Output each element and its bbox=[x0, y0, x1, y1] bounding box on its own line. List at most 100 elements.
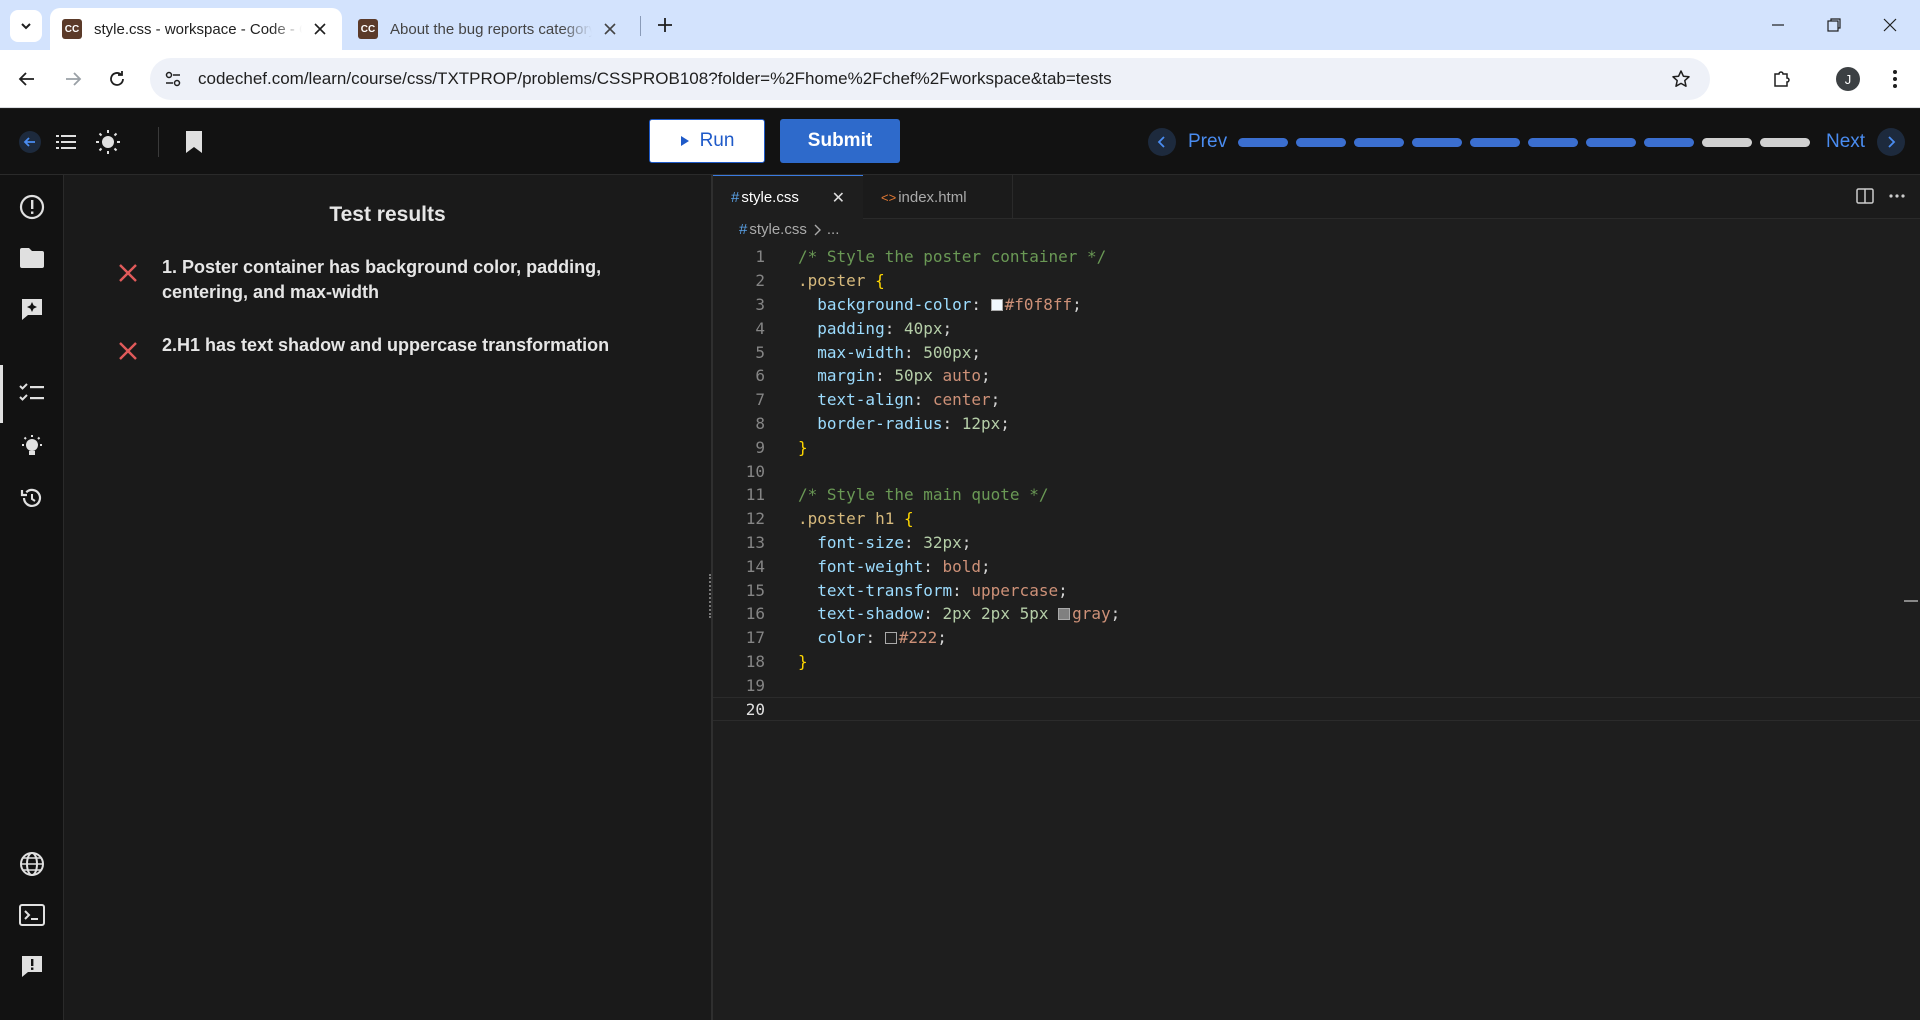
code-line[interactable]: 3 background-color: #f0f8ff; bbox=[713, 293, 1920, 317]
code-line[interactable]: 5 max-width: 500px; bbox=[713, 340, 1920, 364]
extensions-button[interactable] bbox=[1766, 64, 1796, 94]
restore-button[interactable] bbox=[1814, 10, 1854, 40]
site-info-icon[interactable] bbox=[158, 64, 188, 94]
progress-segment[interactable] bbox=[1470, 138, 1520, 147]
editor-tab-indexhtml[interactable]: <> index.html bbox=[863, 175, 1013, 219]
test-result-item[interactable]: 1. Poster container has background color… bbox=[116, 255, 676, 305]
code-text: margin: 50px auto; bbox=[798, 366, 991, 386]
progress-segment[interactable] bbox=[1296, 138, 1346, 147]
editor-tabs: # style.css ✕ <> index.html bbox=[713, 175, 1920, 219]
alert-circle-icon bbox=[19, 194, 45, 220]
tab-search-button[interactable] bbox=[10, 10, 42, 42]
code-line[interactable]: 9} bbox=[713, 435, 1920, 459]
code-line[interactable]: 20 bbox=[713, 697, 1920, 721]
results-title: Test results bbox=[329, 203, 446, 226]
code-text: /* Style the main quote */ bbox=[798, 485, 1049, 505]
code-text: .poster { bbox=[798, 271, 885, 291]
bookmark-button[interactable] bbox=[179, 127, 209, 157]
close-tab-icon[interactable] bbox=[600, 19, 620, 39]
progress-segment[interactable] bbox=[1702, 138, 1752, 147]
color-swatch[interactable] bbox=[884, 632, 897, 645]
code-area[interactable]: 1 /* Style the poster container */ 2 .poste… bbox=[713, 245, 1920, 721]
color-swatch[interactable] bbox=[990, 298, 1003, 311]
code-line[interactable]: 10 bbox=[713, 459, 1920, 483]
close-window-button[interactable] bbox=[1870, 10, 1910, 40]
forward-button[interactable] bbox=[58, 64, 88, 94]
code-line[interactable]: 16 text-shadow: 2px 2px 5px gray; bbox=[713, 602, 1920, 626]
code-line[interactable]: 13 font-size: 32px; bbox=[713, 531, 1920, 555]
ai-assist-button[interactable] bbox=[17, 294, 47, 324]
bookmark-star-icon[interactable] bbox=[1666, 64, 1696, 94]
code-line[interactable]: 6 margin: 50px auto; bbox=[713, 364, 1920, 388]
code-line[interactable]: 15 text-transform: uppercase; bbox=[713, 578, 1920, 602]
active-rail-indicator bbox=[0, 365, 3, 423]
code-line[interactable]: 14 font-weight: bold; bbox=[713, 554, 1920, 578]
editor-tab-stylecss[interactable]: # style.css ✕ bbox=[713, 175, 863, 219]
arrow-right-icon bbox=[66, 72, 82, 86]
progress-segment[interactable] bbox=[1644, 138, 1694, 147]
css-file-icon: # bbox=[731, 189, 740, 206]
line-number: 1 bbox=[755, 247, 765, 267]
browser-preview-button[interactable] bbox=[17, 849, 47, 879]
close-icon[interactable]: ✕ bbox=[832, 188, 845, 208]
profile-avatar[interactable]: J bbox=[1836, 67, 1860, 91]
run-button[interactable]: Run bbox=[649, 119, 765, 163]
puzzle-icon bbox=[1774, 71, 1790, 87]
sun-icon bbox=[96, 130, 120, 154]
back-button[interactable] bbox=[12, 64, 42, 94]
new-tab-button[interactable] bbox=[650, 10, 680, 40]
progress-segment[interactable] bbox=[1528, 138, 1578, 147]
theme-toggle-button[interactable] bbox=[93, 127, 123, 157]
split-editor-icon[interactable] bbox=[1856, 187, 1874, 205]
history-icon bbox=[20, 488, 42, 507]
browser-menu-button[interactable] bbox=[1880, 64, 1910, 94]
problem-statement-button[interactable] bbox=[17, 192, 47, 222]
more-horizontal-icon[interactable] bbox=[1888, 187, 1906, 205]
editor-scrollbar[interactable] bbox=[1904, 245, 1920, 1020]
code-line[interactable]: 7 text-align: center; bbox=[713, 388, 1920, 412]
history-button[interactable] bbox=[17, 483, 47, 513]
collapse-back-button[interactable] bbox=[15, 127, 45, 157]
minimize-button[interactable] bbox=[1758, 10, 1798, 40]
problem-list-button[interactable] bbox=[51, 127, 81, 157]
code-line[interactable]: 11 /* Style the main quote */ bbox=[713, 483, 1920, 507]
progress-segment[interactable] bbox=[1412, 138, 1462, 147]
prev-label: Prev bbox=[1188, 131, 1228, 152]
submit-button[interactable]: Submit bbox=[780, 119, 900, 163]
progress-segment[interactable] bbox=[1760, 138, 1810, 147]
breadcrumb-file[interactable]: style.css bbox=[749, 221, 807, 238]
url-text[interactable]: codechef.com/learn/course/css/TXTPROP/pr… bbox=[198, 69, 1112, 89]
code-line[interactable]: 17 color: #222; bbox=[713, 626, 1920, 650]
fail-x-icon bbox=[119, 264, 137, 282]
globe-icon bbox=[20, 852, 44, 876]
code-text: border-radius: 12px; bbox=[798, 413, 1010, 433]
code-line[interactable]: 4 padding: 40px; bbox=[713, 316, 1920, 340]
code-line[interactable]: 12 .poster h1 { bbox=[713, 507, 1920, 531]
code-line[interactable]: 1 /* Style the poster container */ bbox=[713, 245, 1920, 269]
test-results-button[interactable] bbox=[17, 378, 47, 408]
prev-button[interactable]: Prev bbox=[1148, 128, 1227, 156]
browser-tab-stylecss[interactable]: CC style.css - workspace - Code - CodeCh… bbox=[50, 8, 342, 50]
progress-segment[interactable] bbox=[1354, 138, 1404, 147]
breadcrumb-rest[interactable]: ... bbox=[827, 221, 840, 238]
terminal-button[interactable] bbox=[17, 900, 47, 930]
hints-button[interactable] bbox=[17, 432, 47, 462]
progress-segment[interactable] bbox=[1586, 138, 1636, 147]
code-line[interactable]: 18} bbox=[713, 650, 1920, 674]
progress-segment[interactable] bbox=[1238, 138, 1288, 147]
address-bar[interactable]: codechef.com/learn/course/css/TXTPROP/pr… bbox=[150, 58, 1710, 100]
files-button[interactable] bbox=[17, 243, 47, 273]
reload-button[interactable] bbox=[102, 64, 132, 94]
code-text: text-transform: uppercase; bbox=[798, 580, 1068, 600]
line-number: 18 bbox=[745, 651, 765, 671]
close-icon bbox=[1883, 18, 1897, 32]
code-line[interactable]: 2 .poster { bbox=[713, 269, 1920, 293]
browser-tab-bug-reports[interactable]: CC About the bug reports category - Code… bbox=[346, 8, 632, 50]
close-tab-icon[interactable] bbox=[310, 19, 330, 39]
test-result-item[interactable]: 2.H1 has text shadow and uppercase trans… bbox=[116, 333, 676, 363]
code-line[interactable]: 19 bbox=[713, 673, 1920, 697]
color-swatch[interactable] bbox=[1058, 608, 1071, 621]
code-line[interactable]: 8 border-radius: 12px; bbox=[713, 412, 1920, 436]
next-button[interactable]: Next bbox=[1826, 128, 1906, 156]
feedback-button[interactable] bbox=[17, 951, 47, 981]
